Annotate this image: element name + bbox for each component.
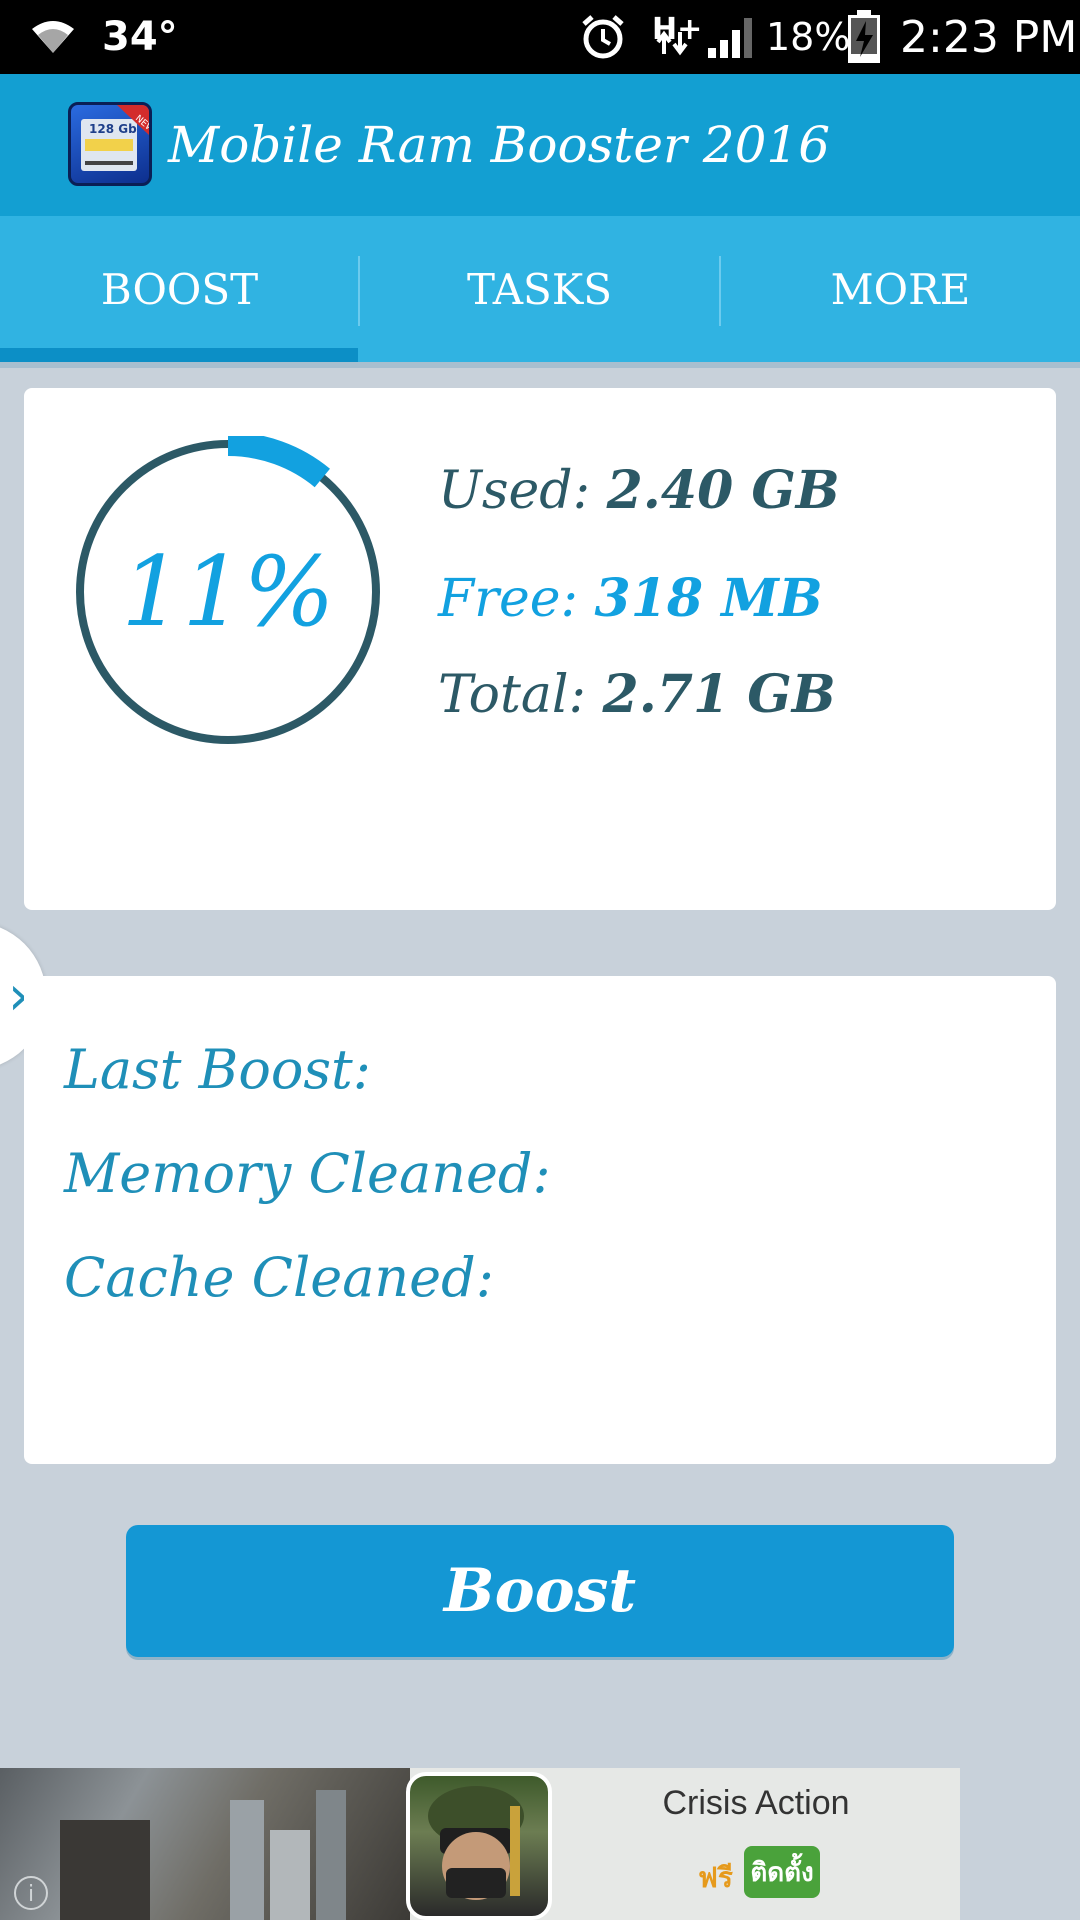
boost-info-card: Last Boost: Memory Cleaned: Cache Cleane…: [24, 976, 1056, 1464]
ad-banner[interactable]: i Crisis Action ฟรี ติดตั้ง: [0, 1768, 960, 1920]
tab-selected-indicator: [0, 348, 358, 362]
cache-cleaned-label: Cache Cleaned:: [64, 1246, 494, 1309]
free-value: 318 MB: [594, 568, 823, 629]
boost-button[interactable]: Boost: [126, 1525, 954, 1657]
time-text: 2:23 PM: [900, 11, 1078, 63]
app-title: Mobile Ram Booster 2016: [168, 116, 831, 174]
app-bar: NEW 128 Gb Mobile Ram Booster 2016: [0, 74, 1080, 216]
total-memory-row: Total: 2.71 GB: [438, 664, 836, 725]
used-memory-row: Used: 2.40 GB: [438, 460, 840, 521]
tab-bar-shadow: [0, 362, 1080, 368]
tab-more[interactable]: MORE: [721, 216, 1080, 362]
last-boost-label: Last Boost:: [64, 1038, 371, 1101]
battery-percent-text: 18%: [766, 15, 851, 59]
used-value: 2.40 GB: [606, 460, 840, 521]
ad-background-image: [0, 1768, 410, 1920]
memory-cleaned-label: Memory Cleaned:: [64, 1142, 551, 1205]
total-label: Total:: [438, 665, 587, 725]
ad-free-label: ฟรี: [698, 1861, 733, 1894]
temperature-text: 34°: [102, 14, 178, 60]
memory-percent-text: 11%: [121, 536, 335, 648]
status-bar: 34° H+ 18% 2:23 PM: [0, 0, 1080, 74]
app-logo-icon: NEW 128 Gb: [68, 102, 152, 186]
ad-game-icon: [406, 1772, 552, 1920]
ad-title: Crisis Action: [662, 1784, 850, 1822]
ad-info-icon[interactable]: i: [14, 1876, 48, 1910]
used-label: Used:: [438, 461, 591, 521]
wifi-icon: [28, 0, 78, 74]
signal-icon: [706, 0, 756, 74]
memory-card: 11% Used: 2.40 GB Free: 318 MB Total: 2.…: [24, 388, 1056, 910]
free-label: Free:: [438, 569, 579, 629]
data-arrows-icon: [654, 18, 690, 68]
tab-tasks[interactable]: TASKS: [360, 216, 719, 362]
tab-bar: BOOST TASKS MORE: [0, 216, 1080, 368]
ad-install-button[interactable]: ติดตั้ง: [744, 1846, 820, 1898]
free-memory-row: Free: 318 MB: [438, 568, 823, 629]
alarm-icon: [578, 0, 628, 74]
tab-boost[interactable]: BOOST: [0, 216, 359, 362]
app-logo-capacity-text: 128 Gb: [89, 122, 137, 136]
battery-charging-icon: [846, 0, 882, 74]
total-value: 2.71 GB: [602, 664, 836, 725]
